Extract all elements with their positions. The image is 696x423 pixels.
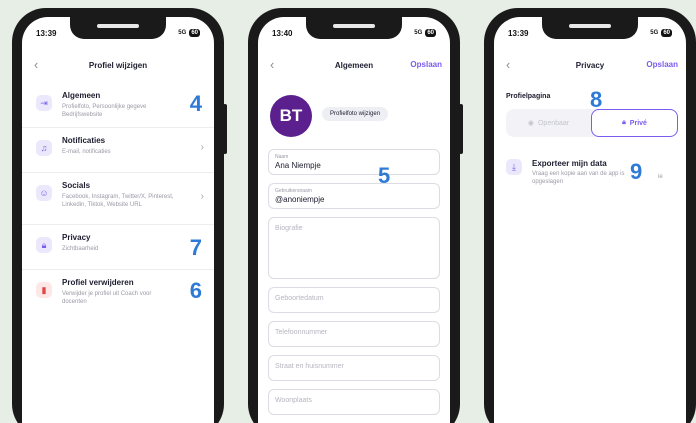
status-time: 13:39 xyxy=(36,28,57,38)
phone-profile-edit: 13:39 5G 60 ‹ Profiel wijzigen ⇥ Algemeen… xyxy=(12,8,227,423)
status-bar: 13:39 5G 60 xyxy=(22,26,214,40)
status-time: 13:40 xyxy=(272,28,293,38)
street-field[interactable]: Straat en huisnummer xyxy=(268,355,440,381)
download-icon: ⤓ xyxy=(506,159,522,175)
phone-number-field[interactable]: Telefoonnummer xyxy=(268,321,440,347)
step-badge-4: 4 xyxy=(189,91,202,116)
menu-item-socials[interactable]: ☺ Socials Facebook, Instagram, Twitter/X… xyxy=(22,173,214,225)
battery-icon: 60 xyxy=(189,29,200,37)
lock-icon: 🔒︎ xyxy=(622,119,626,126)
bio-field[interactable]: Biografie xyxy=(268,217,440,279)
menu-item-subtitle: Zichtbaarheid xyxy=(62,246,99,252)
top-bar: ‹ Algemeen Opslaan xyxy=(258,55,450,75)
menu-item-subtitle: Facebook, Instagram, Twitter/X, Pinteres… xyxy=(62,194,174,208)
screen: 13:39 5G 60 ‹ Profiel wijzigen ⇥ Algemeen… xyxy=(22,17,214,423)
network-label: 5G xyxy=(178,30,187,36)
lock-icon: 🔒︎ xyxy=(36,237,52,253)
back-chevron-icon[interactable]: ‹ xyxy=(34,57,38,72)
login-icon: ⇥ xyxy=(36,95,52,111)
menu-item-subtitle: E-mail, notificaties xyxy=(62,149,111,155)
network-label: 5G xyxy=(414,30,423,36)
step-badge-6: 6 xyxy=(189,278,202,303)
status-bar: 13:40 5G 60 xyxy=(258,26,450,40)
menu-item-profiel-verwijderen[interactable]: ▮ Profiel verwijderen Verwijder je profi… xyxy=(22,270,214,315)
step-badge-5: 5 xyxy=(378,163,391,188)
street-placeholder: Straat en huisnummer xyxy=(275,363,344,370)
change-photo-button[interactable]: Profielfoto wijzigen xyxy=(322,107,389,121)
visibility-toggle: ◉ Openbaar 🔒︎ Privé xyxy=(506,109,678,137)
page-title: Profiel wijzigen xyxy=(88,60,148,70)
name-field[interactable]: Naam Ana Niempje xyxy=(268,149,440,175)
page-title: Algemeen xyxy=(334,60,374,70)
top-bar: ‹ Privacy Opslaan xyxy=(494,55,686,75)
eye-icon: ◉ xyxy=(527,120,534,127)
profile-page-label: Profielpagina xyxy=(506,93,551,100)
menu-item-title: Notificaties xyxy=(62,136,106,145)
name-field-label: Naam xyxy=(275,154,289,160)
username-field-label: Gebruikersnaam xyxy=(275,188,312,194)
phone-number-placeholder: Telefoonnummer xyxy=(275,329,328,336)
phone-general: 13:40 5G 60 ‹ Algemeen Opslaan BT Profiel… xyxy=(248,8,463,423)
status-bar: 13:39 5G 60 xyxy=(494,26,686,40)
battery-icon: 60 xyxy=(425,29,436,37)
top-bar: ‹ Profiel wijzigen xyxy=(22,55,214,75)
birthdate-field[interactable]: Geboortedatum xyxy=(268,287,440,313)
public-option[interactable]: ◉ Openbaar xyxy=(506,109,591,137)
menu-item-title: Socials xyxy=(62,181,91,190)
screen: 13:40 5G 60 ‹ Algemeen Opslaan BT Profiel… xyxy=(258,17,450,423)
birthdate-placeholder: Geboortedatum xyxy=(275,295,324,302)
side-button xyxy=(223,104,227,154)
bell-icon: ♫ xyxy=(36,140,52,156)
battery-icon: 60 xyxy=(661,29,672,37)
people-icon: ☺ xyxy=(36,185,52,201)
save-button[interactable]: Opslaan xyxy=(410,60,442,69)
back-chevron-icon[interactable]: ‹ xyxy=(506,57,510,72)
menu-item-subtitle: Verwijder je profiel uit Coach voor doce… xyxy=(62,291,152,305)
menu-item-notificaties[interactable]: ♫ Notificaties E-mail, notificaties › xyxy=(22,128,214,173)
trash-icon: ▮ xyxy=(36,282,52,298)
name-field-value: Ana Niempje xyxy=(275,161,321,170)
username-field[interactable]: Gebruikersnaam @anoniempje xyxy=(268,183,440,209)
status-time: 13:39 xyxy=(508,28,529,38)
city-placeholder: Woonplaats xyxy=(275,397,312,404)
chevron-right-icon: › xyxy=(200,191,204,202)
save-button[interactable]: Opslaan xyxy=(646,60,678,69)
phone-privacy: 13:39 5G 60 ‹ Privacy Opslaan Profielpagi… xyxy=(484,8,696,423)
export-data-subtitle-tail: ie xyxy=(658,174,663,180)
page-title: Privacy xyxy=(575,60,605,70)
back-chevron-icon[interactable]: ‹ xyxy=(270,57,274,72)
public-option-label: Openbaar xyxy=(537,119,570,127)
menu-item-algemeen[interactable]: ⇥ Algemeen Profielfoto, Persoonlijke geg… xyxy=(22,83,214,128)
network-label: 5G xyxy=(650,30,659,36)
step-badge-9: 9 xyxy=(630,159,643,184)
bio-placeholder: Biografie xyxy=(275,225,303,232)
menu-item-privacy[interactable]: 🔒︎ Privacy Zichtbaarheid 7 xyxy=(22,225,214,270)
avatar: BT xyxy=(270,95,312,137)
city-field[interactable]: Woonplaats xyxy=(268,389,440,415)
side-button xyxy=(459,104,463,154)
menu-item-subtitle: Profielfoto, Persoonlijke gegeve Bedrijf… xyxy=(62,104,147,118)
private-option-label: Privé xyxy=(629,119,647,127)
username-field-value: @anoniempje xyxy=(275,195,325,204)
step-badge-7: 7 xyxy=(189,235,202,260)
chevron-right-icon: › xyxy=(200,142,204,153)
private-option[interactable]: 🔒︎ Privé xyxy=(591,109,678,137)
export-data-row[interactable]: ⤓ Exporteer mijn data Vraag een kopie aa… xyxy=(506,159,678,186)
settings-menu: ⇥ Algemeen Profielfoto, Persoonlijke geg… xyxy=(22,83,214,315)
screen: 13:39 5G 60 ‹ Privacy Opslaan Profielpagi… xyxy=(494,17,686,423)
